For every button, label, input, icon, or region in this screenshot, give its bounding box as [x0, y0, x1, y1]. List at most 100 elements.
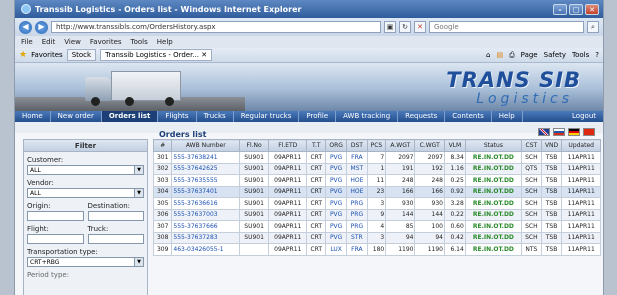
airport-link[interactable]: PVG: [325, 208, 348, 221]
table-row[interactable]: 308 555-37637283 SU901 09APR11 CRT PVG STR 3 94 9…: [152, 231, 601, 244]
tab-transsib[interactable]: Transsib Logistics - Order... ✕: [100, 49, 213, 61]
column-header[interactable]: AWB Number: [171, 139, 241, 152]
airport-link[interactable]: PVG: [325, 231, 348, 244]
maximize-icon[interactable]: □: [569, 3, 583, 15]
menu-edit[interactable]: Edit: [42, 38, 56, 46]
airport-link[interactable]: HOE: [346, 174, 368, 187]
nav-profile[interactable]: Profile: [299, 111, 337, 122]
awb-link[interactable]: 463-03426055-1: [171, 243, 241, 256]
airport-link[interactable]: PVG: [325, 197, 348, 210]
airport-link[interactable]: FRA: [346, 243, 368, 256]
search-icon[interactable]: ⌕: [587, 21, 599, 33]
flight-input[interactable]: [27, 234, 84, 244]
airport-link[interactable]: PRG: [346, 197, 368, 210]
table-row[interactable]: 307 555-37637666 SU901 09APR11 CRT PVG PRG 4 85 1…: [152, 220, 601, 233]
flag-cn-icon[interactable]: [583, 128, 595, 136]
minimize-icon[interactable]: –: [553, 3, 567, 15]
chevron-down-icon[interactable]: ▼: [134, 166, 143, 174]
table-row[interactable]: 303 555-37635555 SU901 09APR11 CRT PVG HOE 11 24…: [152, 174, 601, 187]
awb-link[interactable]: 555-37635555: [171, 174, 241, 187]
table-row[interactable]: 305 555-37636616 SU901 09APR11 CRT PVG PRG 3 930…: [152, 197, 601, 210]
nav-home[interactable]: Home: [15, 111, 51, 122]
awb-link[interactable]: 555-37637401: [171, 185, 241, 198]
awb-link[interactable]: 555-37637283: [171, 231, 241, 244]
awb-link[interactable]: 555-37638241: [171, 151, 241, 164]
nav-requests[interactable]: Requests: [398, 111, 446, 122]
menu-tools[interactable]: Tools: [131, 38, 148, 46]
nav-logout[interactable]: Logout: [565, 111, 603, 122]
table-row[interactable]: 301 555-37638241 SU901 09APR11 CRT PVG FRA 7 209…: [152, 151, 601, 164]
nav-regular-trucks[interactable]: Regular trucks: [234, 111, 300, 122]
flag-uk-icon[interactable]: [538, 128, 550, 136]
tab-stock[interactable]: Stock: [66, 49, 97, 61]
column-header[interactable]: VND: [540, 139, 563, 152]
column-header[interactable]: CST: [520, 139, 542, 152]
origin-input[interactable]: [27, 211, 84, 221]
compat-icon[interactable]: ▣: [384, 21, 396, 33]
vendor-select[interactable]: ALL ▼: [27, 188, 144, 198]
flag-de-icon[interactable]: [568, 128, 580, 136]
table-row[interactable]: 302 555-37642625 SU901 09APR11 CRT PVG MST 1 191…: [152, 162, 601, 175]
airport-link[interactable]: PVG: [325, 185, 348, 198]
tools-menu[interactable]: Tools: [572, 51, 589, 60]
flag-ru-icon[interactable]: [553, 128, 565, 136]
table-row[interactable]: 304 555-37637401 SU901 09APR11 CRT PVG HOE 23 16…: [152, 185, 601, 198]
favorites-button[interactable]: Favorites: [31, 51, 63, 59]
column-header[interactable]: Status: [464, 139, 522, 152]
column-header[interactable]: Fl.No: [239, 139, 270, 152]
awb-link[interactable]: 555-37637666: [171, 220, 241, 233]
menu-view[interactable]: View: [64, 38, 81, 46]
airport-link[interactable]: PVG: [325, 162, 348, 175]
column-header[interactable]: #: [152, 139, 173, 152]
menu-help[interactable]: Help: [157, 38, 173, 46]
column-header[interactable]: DST: [346, 139, 368, 152]
brand-logo[interactable]: TRANS SIB: [446, 68, 581, 92]
airport-link[interactable]: FRA: [346, 151, 368, 164]
stop-icon[interactable]: ✕: [414, 21, 426, 33]
help-icon[interactable]: ?: [595, 51, 599, 60]
nav-flights[interactable]: Flights: [158, 111, 197, 122]
awb-link[interactable]: 555-37642625: [171, 162, 241, 175]
column-header[interactable]: VLM: [443, 139, 466, 152]
nav-orders-list[interactable]: Orders list: [101, 111, 159, 122]
airport-link[interactable]: MST: [346, 162, 368, 175]
airport-link[interactable]: HOE: [346, 185, 368, 198]
column-header[interactable]: PCS: [366, 139, 387, 152]
awb-link[interactable]: 555-37636616: [171, 197, 241, 210]
column-header[interactable]: A.WGT: [385, 139, 416, 152]
column-header[interactable]: Updated: [561, 139, 601, 152]
airport-link[interactable]: PRG: [346, 208, 368, 221]
nav-contents[interactable]: Contents: [445, 111, 492, 122]
airport-link[interactable]: LUX: [325, 243, 348, 256]
column-header[interactable]: Fl.ETD: [268, 139, 308, 152]
nav-new-order[interactable]: New order: [51, 111, 102, 122]
column-header[interactable]: ORG: [325, 139, 348, 152]
table-row[interactable]: 306 555-37637003 SU901 09APR11 CRT PVG PRG 9 144…: [152, 208, 601, 221]
favorites-star-icon[interactable]: ★: [19, 50, 27, 60]
safety-menu[interactable]: Safety: [544, 51, 566, 60]
airport-link[interactable]: STR: [346, 231, 368, 244]
nav-help[interactable]: Help: [492, 111, 523, 122]
page-menu[interactable]: Page: [521, 51, 538, 60]
column-header[interactable]: T.T: [306, 139, 327, 152]
menu-file[interactable]: File: [21, 38, 33, 46]
menu-favorites[interactable]: Favorites: [90, 38, 122, 46]
close-icon[interactable]: ✕: [585, 3, 599, 15]
forward-icon[interactable]: ▶: [35, 20, 48, 34]
url-input[interactable]: http://www.transsibls.com/OrdersHistory.…: [51, 21, 381, 33]
transport-type-select[interactable]: CRT+RBG ▼: [27, 257, 144, 267]
airport-link[interactable]: PVG: [325, 220, 348, 233]
destination-input[interactable]: [87, 211, 144, 221]
search-input[interactable]: Google: [429, 21, 584, 33]
nav-awb-tracking[interactable]: AWB tracking: [336, 111, 399, 122]
table-row[interactable]: 309 463-03426055-1 09APR11 CRT LUX FRA 180 1190…: [152, 243, 601, 256]
refresh-icon[interactable]: ↻: [399, 21, 411, 33]
airport-link[interactable]: PVG: [325, 174, 348, 187]
print-icon[interactable]: ⎙: [509, 51, 515, 60]
chevron-down-icon[interactable]: ▼: [134, 258, 143, 266]
nav-trucks[interactable]: Trucks: [197, 111, 234, 122]
truck-input[interactable]: [87, 234, 144, 244]
awb-link[interactable]: 555-37637003: [171, 208, 241, 221]
chevron-down-icon[interactable]: ▼: [134, 189, 143, 197]
customer-select[interactable]: ALL ▼: [27, 165, 144, 175]
